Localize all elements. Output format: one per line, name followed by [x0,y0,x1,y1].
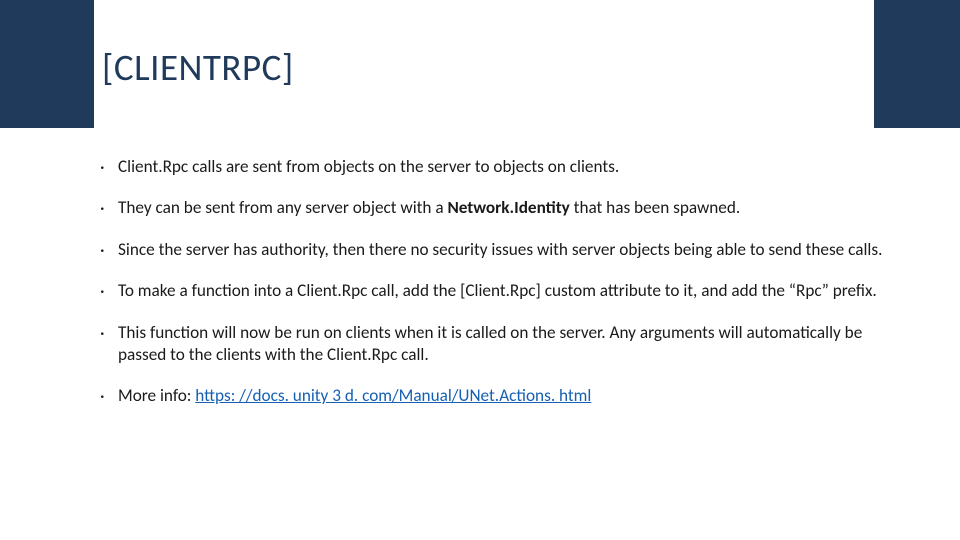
text-run-bold: Network.Identity [447,197,569,218]
list-item: · They can be sent from any server objec… [100,197,890,220]
bullet-icon: · [100,156,118,179]
bullet-text: To make a function into a Client.Rpc cal… [118,280,890,303]
bullet-list: · Client.Rpc calls are sent from objects… [100,156,890,408]
slide: [CLIENTRPC] · Client.Rpc calls are sent … [0,0,960,540]
text-run: This function will now be run on clients… [118,322,862,366]
text-run: More info: [118,385,195,406]
bullet-text: More info: https: //docs. unity 3 d. com… [118,385,890,408]
title-inner: [CLIENTRPC] [94,0,874,128]
body-area: · Client.Rpc calls are sent from objects… [100,156,890,510]
bullet-text: Client.Rpc calls are sent from objects o… [118,156,890,179]
list-item: · To make a function into a Client.Rpc c… [100,280,890,303]
text-run: that has been spawned. [570,197,740,218]
title-band: [CLIENTRPC] [0,0,960,128]
list-item: · More info: https: //docs. unity 3 d. c… [100,385,890,408]
bullet-text: Since the server has authority, then the… [118,239,890,262]
bullet-text: They can be sent from any server object … [118,197,890,220]
list-item: · This function will now be run on clien… [100,322,890,367]
text-run: They can be sent from any server object … [118,197,447,218]
text-run: Client.Rpc calls are sent from objects o… [118,156,619,177]
text-run: Since the server has authority, then the… [118,239,882,260]
list-item: · Client.Rpc calls are sent from objects… [100,156,890,179]
bullet-icon: · [100,239,118,262]
bullet-icon: · [100,322,118,345]
slide-title: [CLIENTRPC] [102,45,294,90]
bullet-icon: · [100,385,118,408]
more-info-link[interactable]: https: //docs. unity 3 d. com/Manual/UNe… [195,385,591,406]
text-run: To make a function into a Client.Rpc cal… [118,280,877,301]
list-item: · Since the server has authority, then t… [100,239,890,262]
bullet-text: This function will now be run on clients… [118,322,890,367]
bullet-icon: · [100,197,118,220]
bullet-icon: · [100,280,118,303]
